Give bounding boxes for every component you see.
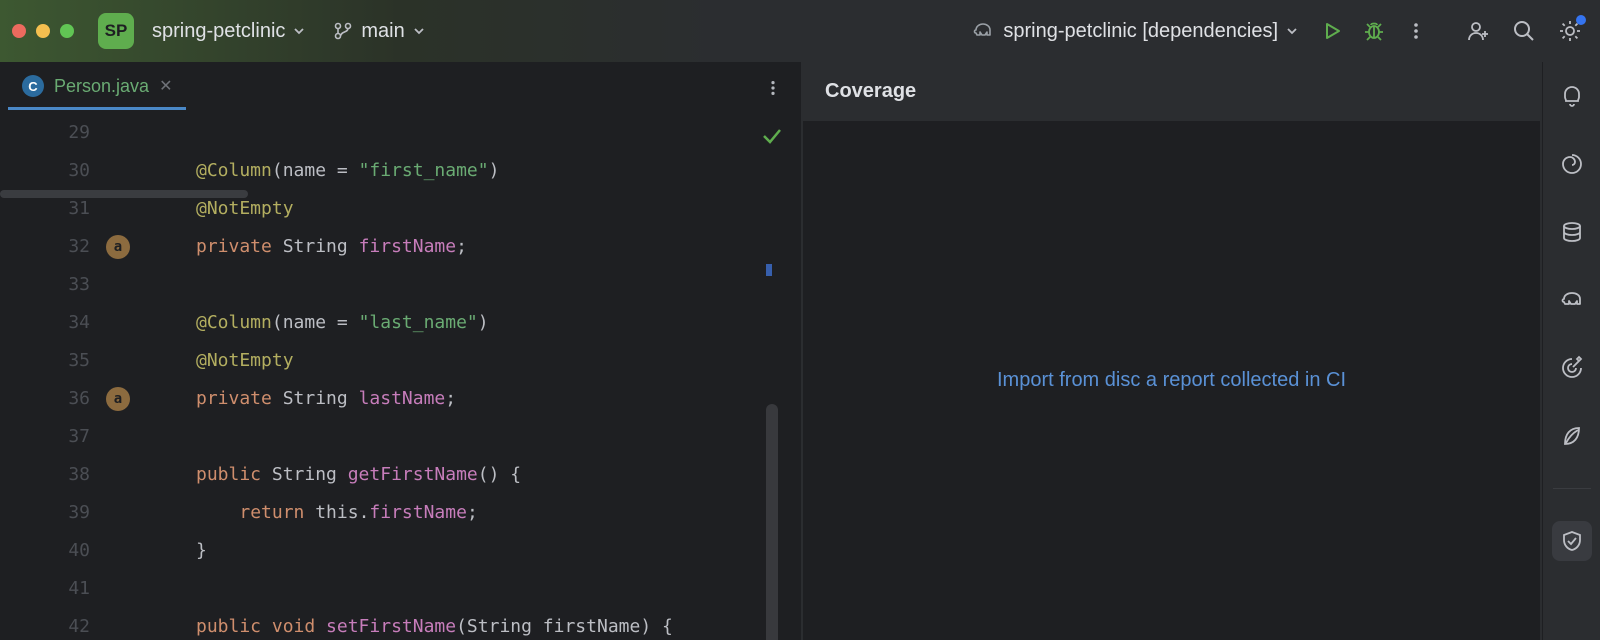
- minimize-window-icon[interactable]: [36, 24, 50, 38]
- target-icon: [1559, 355, 1585, 381]
- database-icon: [1560, 220, 1584, 244]
- coverage-button[interactable]: [1552, 521, 1592, 561]
- spring-button[interactable]: [1552, 416, 1592, 456]
- project-selector[interactable]: spring-petclinic: [142, 14, 315, 49]
- line-number: 36a: [0, 380, 148, 418]
- line-number: 35: [0, 342, 148, 380]
- chevron-down-icon: [293, 25, 305, 37]
- database-button[interactable]: [1552, 212, 1592, 252]
- inspection-status[interactable]: [760, 124, 784, 148]
- code-with-me-button[interactable]: [1460, 13, 1496, 49]
- run-config-label: spring-petclinic [dependencies]: [1003, 20, 1278, 43]
- line-number: 40: [0, 532, 148, 570]
- play-icon: [1321, 20, 1343, 42]
- leaf-icon: [1559, 423, 1585, 449]
- content-area: C Person.java ✕ 29 30 31 32a 33 34 35: [0, 62, 1600, 640]
- ai-assistant-button[interactable]: [1552, 144, 1592, 184]
- line-number: 42: [0, 608, 148, 640]
- line-number: 34: [0, 304, 148, 342]
- line-number: 31: [0, 190, 148, 228]
- maximize-window-icon[interactable]: [60, 24, 74, 38]
- more-vertical-icon: [1406, 21, 1426, 41]
- close-window-icon[interactable]: [12, 24, 26, 38]
- chevron-down-icon: [1286, 25, 1298, 37]
- bell-icon: [1560, 84, 1584, 108]
- close-tab-button[interactable]: ✕: [159, 76, 172, 96]
- add-user-icon: [1465, 18, 1491, 44]
- top-toolbar: SP spring-petclinic main spring-petclini…: [0, 0, 1600, 62]
- window-controls: [12, 24, 74, 38]
- spiral-icon: [1559, 151, 1585, 177]
- code-area[interactable]: @Column(name = "first_name") @NotEmpty p…: [148, 114, 800, 640]
- gradle-button[interactable]: [1552, 280, 1592, 320]
- project-badge: SP: [98, 13, 134, 49]
- vertical-scrollbar[interactable]: [766, 404, 778, 640]
- rail-separator: [1553, 488, 1591, 489]
- more-vertical-icon: [764, 79, 782, 97]
- line-number: 30: [0, 152, 148, 190]
- branch-icon: [333, 21, 353, 41]
- chevron-down-icon: [413, 25, 425, 37]
- checkmark-icon: [760, 124, 784, 148]
- more-actions-button[interactable]: [1398, 13, 1434, 49]
- line-number: 33: [0, 266, 148, 304]
- gutter-mark-icon[interactable]: a: [106, 387, 130, 411]
- gutter-mark-icon[interactable]: a: [106, 235, 130, 259]
- coverage-main: Coverage Import from disc a report colle…: [801, 62, 1542, 640]
- coverage-body: Import from disc a report collected in C…: [803, 121, 1540, 640]
- scrollbar-marker: [766, 264, 772, 276]
- line-number: 29: [0, 114, 148, 152]
- line-number: 32a: [0, 228, 148, 266]
- class-file-icon: C: [22, 75, 44, 97]
- tab-more-button[interactable]: [754, 73, 792, 103]
- editor-tab-person-java[interactable]: C Person.java ✕: [8, 65, 186, 110]
- project-name-label: spring-petclinic: [152, 20, 285, 43]
- bug-icon: [1362, 19, 1386, 43]
- shield-icon: [1560, 529, 1584, 553]
- line-number: 41: [0, 570, 148, 608]
- editor-tab-bar: C Person.java ✕: [0, 62, 800, 114]
- coverage-panel: Coverage Import from disc a report colle…: [800, 62, 1600, 640]
- elephant-icon: [971, 19, 995, 43]
- editor-pane: C Person.java ✕ 29 30 31 32a 33 34 35: [0, 62, 800, 640]
- settings-button[interactable]: [1552, 13, 1588, 49]
- toolbar-right-group: [1460, 13, 1588, 49]
- search-icon: [1512, 19, 1536, 43]
- branch-selector[interactable]: main: [323, 14, 434, 49]
- right-tool-rail: [1542, 62, 1600, 640]
- run-button[interactable]: [1314, 13, 1350, 49]
- tab-file-label: Person.java: [54, 76, 149, 97]
- line-number: 38: [0, 456, 148, 494]
- editor-body[interactable]: 29 30 31 32a 33 34 35 36a 37 38 39 40 41…: [0, 114, 800, 640]
- notifications-button[interactable]: [1552, 76, 1592, 116]
- line-gutter: 29 30 31 32a 33 34 35 36a 37 38 39 40 41…: [0, 114, 148, 640]
- elephant-icon: [1559, 287, 1585, 313]
- run-config-selector[interactable]: spring-petclinic [dependencies]: [961, 13, 1308, 49]
- branch-name-label: main: [361, 20, 404, 43]
- search-button[interactable]: [1506, 13, 1542, 49]
- run-config-group: spring-petclinic [dependencies]: [961, 13, 1434, 49]
- debug-button[interactable]: [1356, 13, 1392, 49]
- line-number: 39: [0, 494, 148, 532]
- import-coverage-link[interactable]: Import from disc a report collected in C…: [997, 369, 1346, 392]
- line-number: 37: [0, 418, 148, 456]
- settings-notification-dot: [1576, 15, 1586, 25]
- coverage-title: Coverage: [801, 62, 1542, 121]
- dependencies-button[interactable]: [1552, 348, 1592, 388]
